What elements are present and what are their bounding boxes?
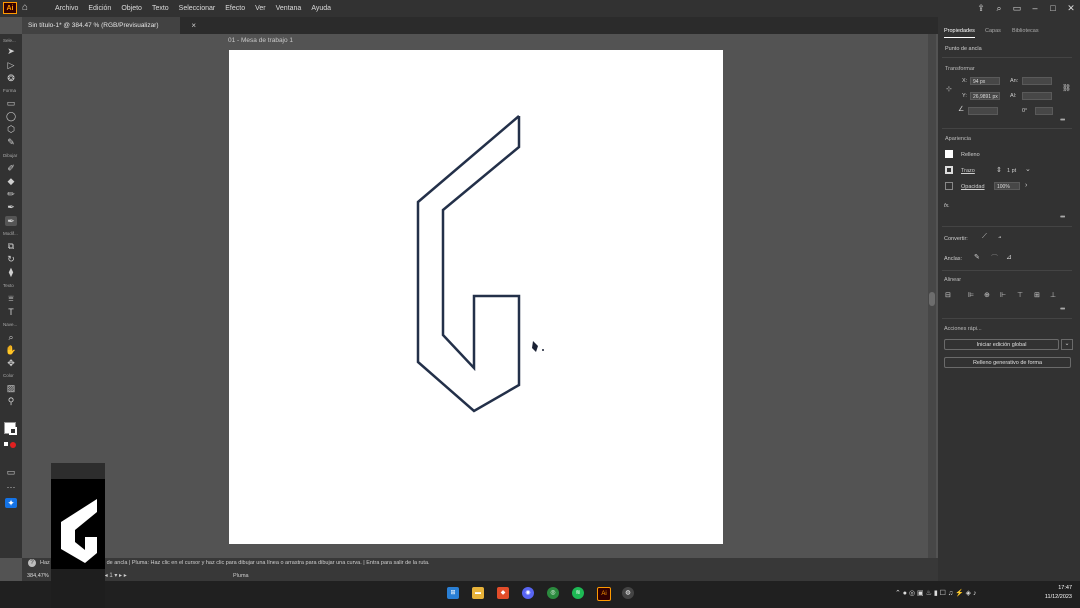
align-right-icon[interactable]: ⊩ — [1000, 291, 1006, 299]
channel-logo-overlay — [51, 463, 105, 608]
align-left-icon[interactable]: ⊫ — [968, 291, 974, 299]
chevron-down-icon[interactable]: ⌄ — [1025, 165, 1031, 173]
divider — [942, 318, 1072, 319]
y-label: Y: — [962, 93, 967, 99]
chevron-right-icon[interactable]: › — [1025, 182, 1027, 189]
tab-properties[interactable]: Propiedades — [944, 25, 975, 38]
divider — [942, 270, 1072, 271]
fill-label[interactable]: Relleno — [961, 152, 980, 158]
tab-libraries[interactable]: Bibliotecas — [1012, 25, 1039, 37]
properties-panel — [938, 17, 1080, 581]
width-label: An: — [1010, 78, 1019, 84]
reshape-icon[interactable]: ⊿ — [1006, 253, 1012, 261]
divider — [942, 128, 1072, 129]
quick-actions-heading: Acciones rápi... — [944, 326, 982, 332]
overlay-logo-box — [51, 479, 105, 569]
angle-value[interactable]: 0° — [1022, 108, 1027, 114]
fx-button[interactable]: fx. — [944, 203, 950, 209]
discord-icon[interactable]: ◉ — [522, 587, 534, 599]
height-field[interactable] — [1022, 92, 1052, 100]
angle-icon: ∠ — [958, 106, 965, 113]
illustrator-taskbar-icon[interactable]: Ai — [597, 587, 611, 601]
align-hcenter-icon[interactable]: ⊕ — [984, 291, 990, 299]
stroke-label[interactable]: Trazo — [961, 168, 975, 174]
convert-corner-icon[interactable]: ⟋ — [982, 233, 987, 241]
stroke-weight[interactable]: 1 pt — [1007, 168, 1016, 174]
status-tool[interactable]: Pluma — [233, 573, 249, 579]
brave-browser-icon[interactable]: ◆ — [497, 587, 509, 599]
start-icon[interactable]: ⊞ — [447, 587, 459, 599]
shear-field[interactable] — [1035, 107, 1053, 115]
system-tray[interactable]: ⌃ ● ◎ ▣ ♨ ▮ ☐ ♫ ⚡ ◈ ♪ — [895, 589, 977, 597]
cut-path-icon[interactable]: ⌒ — [991, 253, 998, 263]
help-icon[interactable]: ? — [28, 559, 36, 567]
artboard-number[interactable]: 1 — [109, 573, 112, 579]
x-field[interactable]: 94 px — [970, 77, 1000, 85]
anchors-label: Anclas: — [944, 256, 963, 262]
clock-date: 11/12/2023 — [1044, 594, 1072, 600]
more-options-icon[interactable]: ••• — [1060, 214, 1065, 221]
status-hint: ? Haz punto de ancla | Pluma: Haz clic en… — [28, 559, 918, 569]
align-vcenter-icon[interactable]: ⊞ — [1034, 291, 1040, 299]
taskbar-clock[interactable]: 17:47 11/12/2023 — [1045, 584, 1072, 602]
constrain-link-icon[interactable]: ⛓ — [1062, 84, 1071, 92]
align-top-icon[interactable]: ⊤ — [1017, 291, 1023, 299]
opacity-label[interactable]: Opacidad — [961, 184, 985, 190]
opacity-field[interactable]: 100% — [994, 182, 1020, 190]
transform-heading: Transformar — [945, 66, 975, 72]
obs-icon[interactable]: ◍ — [622, 587, 634, 599]
file-explorer-icon[interactable]: ▬ — [472, 587, 484, 599]
x-label: X: — [962, 78, 968, 84]
align-heading: Alinear — [944, 277, 962, 283]
tab-layers[interactable]: Capas — [985, 25, 1001, 37]
chrome-icon[interactable]: ◎ — [547, 587, 559, 599]
align-to-icon[interactable]: ⊟ — [945, 291, 951, 299]
vector-path-g-logo[interactable] — [0, 0, 1080, 608]
more-options-icon[interactable]: ••• — [1060, 117, 1065, 124]
panel-tabs: Propiedades Capas Bibliotecas — [938, 25, 1080, 38]
divider — [942, 57, 1072, 58]
zoom-level[interactable]: 384,47% — [27, 573, 49, 579]
overlay-header — [51, 463, 105, 479]
generative-shape-fill-button[interactable]: Relleno generativo de forma — [944, 357, 1071, 368]
stroke-color-swatch[interactable] — [945, 166, 953, 174]
start-global-edit-button[interactable]: Iniciar edición global — [944, 339, 1059, 350]
convert-smooth-icon[interactable]: ⟓ — [998, 233, 1001, 241]
divider — [942, 226, 1072, 227]
opacity-icon — [945, 182, 953, 190]
scrollbar-thumb[interactable] — [929, 292, 935, 306]
more-options-icon[interactable]: ••• — [1060, 306, 1065, 313]
remove-anchor-icon[interactable]: ✎ — [974, 253, 980, 261]
chevron-down-icon[interactable]: ⌄ — [1061, 339, 1073, 350]
align-bottom-icon[interactable]: ⊥ — [1050, 291, 1056, 299]
g-logo-icon — [61, 499, 97, 563]
stroke-stepper-icon[interactable]: ⇕ — [996, 166, 1002, 174]
y-field[interactable]: 26,9891 px — [970, 92, 1000, 100]
pen-cursor-icon — [532, 341, 544, 352]
status-hint-text: punto de ancla | Pluma: Haz clic en el c… — [91, 560, 430, 566]
appearance-heading: Apariencia — [945, 136, 971, 142]
vertical-scrollbar[interactable] — [928, 34, 936, 558]
spotify-icon[interactable]: ≋ — [572, 587, 584, 599]
fill-color-swatch[interactable] — [945, 150, 953, 158]
convert-label: Convertir: — [944, 236, 968, 242]
angle-field[interactable] — [968, 107, 998, 115]
height-label: Al: — [1010, 93, 1017, 99]
width-field[interactable] — [1022, 77, 1052, 85]
selection-type: Punto de ancla — [945, 46, 982, 52]
status-hint-prefix: Haz — [40, 560, 50, 566]
clock-time: 17:47 — [1058, 585, 1072, 591]
reference-point-icon[interactable]: ⊹ — [946, 85, 952, 93]
